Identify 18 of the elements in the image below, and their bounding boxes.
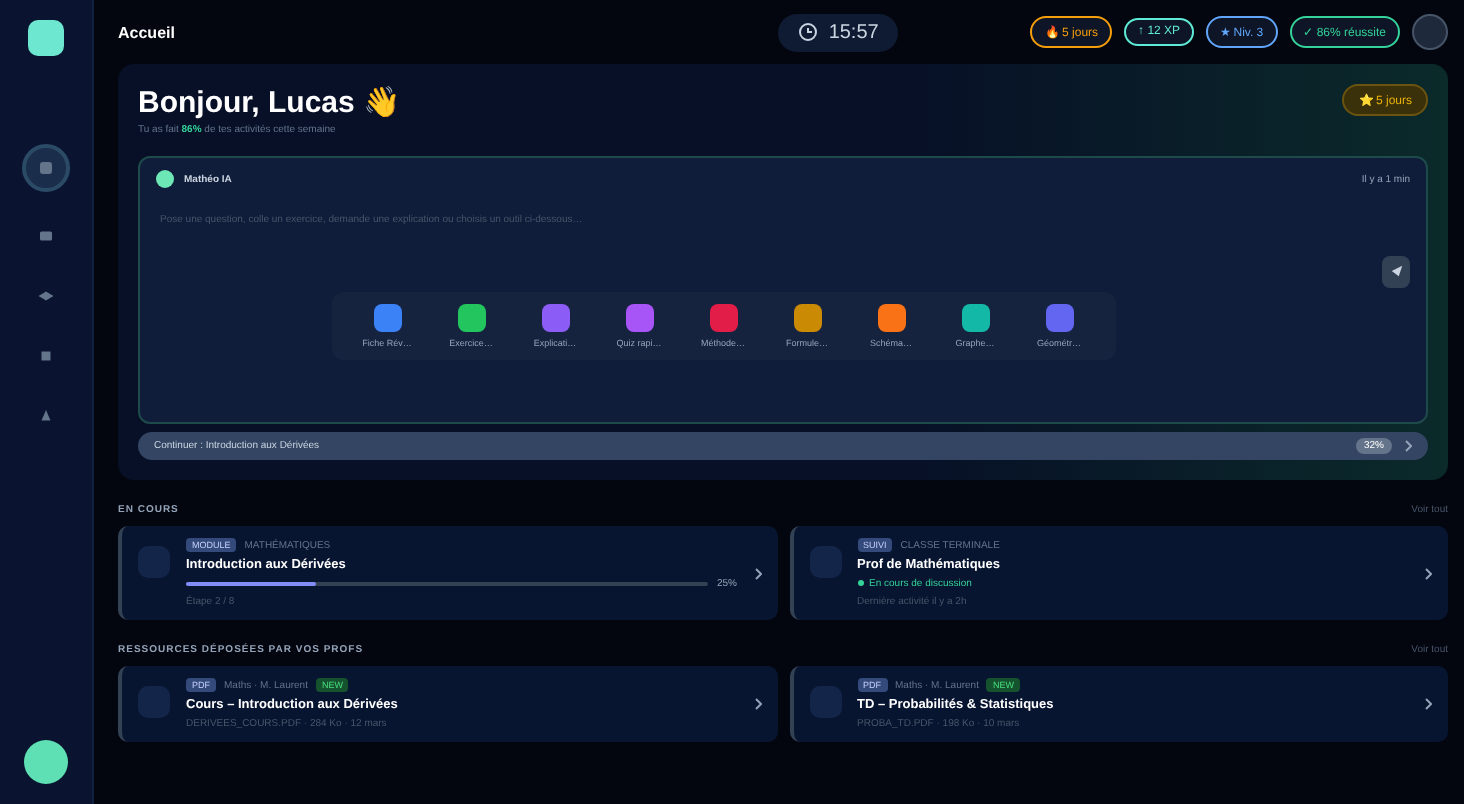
page-title: Accueil bbox=[118, 23, 177, 41]
profile-button[interactable] bbox=[1412, 14, 1448, 50]
chevron-icon bbox=[753, 567, 761, 579]
chevron-icon bbox=[753, 698, 761, 710]
user-avatar[interactable] bbox=[24, 740, 68, 784]
assistant-avatar bbox=[156, 170, 174, 188]
sidebar-item[interactable] bbox=[22, 144, 70, 192]
greeting: Bonjour, Lucas 👋 bbox=[138, 84, 402, 120]
chevron-icon bbox=[1404, 440, 1412, 452]
chevron-icon bbox=[1424, 698, 1432, 710]
app-logo bbox=[28, 20, 64, 56]
chevron-icon bbox=[1424, 567, 1432, 579]
clock-icon bbox=[798, 22, 819, 42]
send-icon bbox=[1389, 263, 1403, 277]
send-button[interactable] bbox=[1382, 256, 1410, 288]
card-icon bbox=[809, 546, 841, 578]
timer-value: 15:57 bbox=[828, 21, 879, 43]
card-icon bbox=[138, 546, 170, 578]
